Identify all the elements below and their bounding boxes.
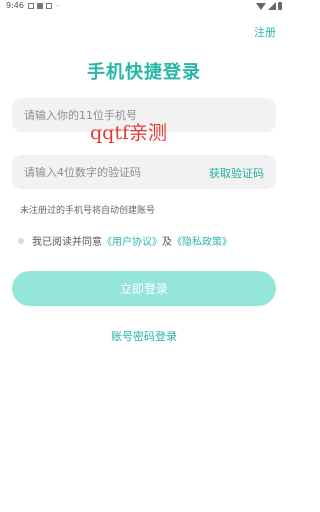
login-button[interactable]: 立即登录 [12,271,276,306]
notification-icon [46,3,52,9]
status-bar: 9:46 ·· [0,0,288,14]
user-agreement-link[interactable]: 《用户协议》 [102,233,162,248]
agree-radio[interactable] [18,237,24,244]
notification-icon [37,3,43,9]
login-page: 9:46 ·· 注册 手机快捷登录 获取验证码 qqtf亲测 未注册过的手机号将… [0,0,288,512]
page-title: 手机快捷登录 [87,62,201,83]
password-login-link[interactable]: 账号密码登录 [0,328,288,344]
auto-register-hint: 未注册过的手机号将自动创建账号 [20,206,156,216]
get-code-button[interactable]: 获取验证码 [209,165,264,181]
notification-icon [28,3,34,9]
battery-icon [278,2,282,10]
wifi-icon [256,2,266,10]
signal-icon [268,2,276,10]
notification-icons: ·· [28,2,60,10]
agreement-and: 及 [162,237,172,248]
register-link[interactable]: 注册 [254,24,276,40]
privacy-policy-link[interactable]: 《隐私政策》 [172,233,232,248]
code-field: 获取验证码 [12,155,276,189]
status-time: 9:46 [6,1,24,10]
system-icons [256,2,282,10]
more-notifications-icon: ·· [55,2,60,10]
verification-code-input[interactable] [12,155,202,189]
agreement-row: 我已阅读并同意 《用户协议》 及 《隐私政策》 [18,233,232,248]
watermark: qqtf亲测 [90,122,167,144]
agreement-prefix: 我已阅读并同意 [32,237,102,248]
